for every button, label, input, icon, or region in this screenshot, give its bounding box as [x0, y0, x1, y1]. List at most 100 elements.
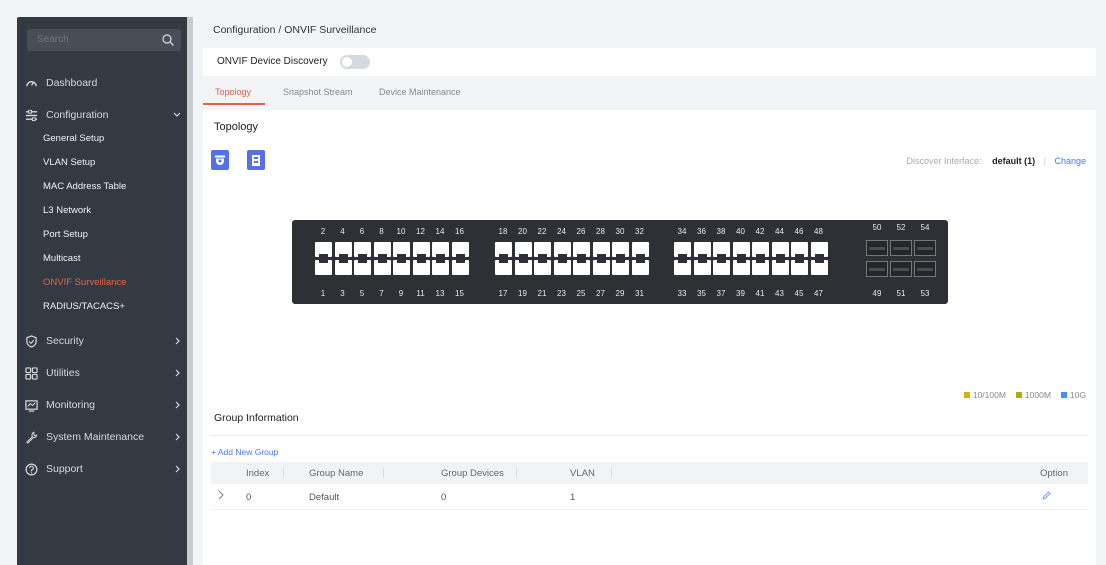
sidebar-item-dashboard[interactable]: Dashboard: [17, 69, 191, 97]
port-46[interactable]: [791, 242, 808, 257]
monitor-icon: [24, 398, 38, 412]
port-40[interactable]: [732, 242, 750, 257]
port-23[interactable]: [553, 260, 571, 275]
port-label: 21: [537, 289, 547, 298]
add-new-group-link[interactable]: + Add New Group: [211, 447, 278, 457]
edit-icon[interactable]: [1041, 490, 1052, 504]
port-39[interactable]: [732, 260, 750, 275]
port-11[interactable]: [412, 260, 430, 275]
port-19[interactable]: [514, 260, 532, 275]
sidebar-item-security[interactable]: Security: [17, 327, 191, 355]
port-16[interactable]: [451, 242, 469, 257]
port-10[interactable]: [393, 242, 410, 257]
sfp-port-53[interactable]: [914, 261, 936, 277]
port-13[interactable]: [432, 260, 449, 275]
nvr-button[interactable]: [247, 150, 265, 170]
port-label: 3: [340, 289, 345, 298]
sfp-port-52[interactable]: [890, 240, 912, 256]
sidebar-item-configuration[interactable]: Configuration: [17, 101, 191, 129]
sidebar-item-monitoring[interactable]: Monitoring: [17, 391, 191, 419]
sidebar-item-general-setup[interactable]: General Setup: [43, 129, 104, 149]
port-9[interactable]: [393, 260, 410, 275]
tab-topology[interactable]: Topology: [215, 87, 251, 97]
port-label: 36: [697, 227, 706, 236]
port-30[interactable]: [612, 242, 629, 257]
port-21[interactable]: [534, 260, 551, 275]
port-label: 23: [557, 289, 566, 298]
port-26[interactable]: [573, 242, 590, 257]
camera-discover-button[interactable]: [211, 150, 229, 170]
port-22[interactable]: [534, 242, 551, 257]
port-42[interactable]: [752, 242, 769, 257]
port-33[interactable]: [674, 260, 691, 275]
port-4[interactable]: [334, 242, 352, 257]
port-label: 11: [416, 289, 425, 298]
tab-snapshot-stream[interactable]: Snapshot Stream: [283, 87, 353, 97]
port-24[interactable]: [553, 242, 571, 257]
port-45[interactable]: [791, 260, 808, 275]
expand-row-icon[interactable]: [217, 490, 225, 503]
port-label: 1: [320, 289, 326, 298]
port-1[interactable]: [315, 260, 332, 275]
port-47[interactable]: [810, 260, 828, 275]
discover-interface-label: Discover Interface:: [906, 156, 982, 166]
sfp-port-49[interactable]: [866, 261, 888, 277]
port-15[interactable]: [451, 260, 469, 275]
group-table: Index Group Name Group Devices VLAN Opti…: [211, 462, 1088, 510]
port-29[interactable]: [612, 260, 629, 275]
port-7[interactable]: [373, 260, 391, 275]
port-label: 42: [755, 227, 765, 236]
port-6[interactable]: [354, 242, 371, 257]
port-label: 32: [635, 227, 644, 236]
port-12[interactable]: [412, 242, 430, 257]
port-32[interactable]: [631, 242, 649, 257]
port-17[interactable]: [495, 260, 512, 275]
sidebar-item-mac-address-table[interactable]: MAC Address Table: [43, 177, 126, 197]
port-18[interactable]: [495, 242, 512, 257]
sidebar-item-vlan-setup[interactable]: VLAN Setup: [43, 153, 95, 173]
port-48[interactable]: [810, 242, 828, 257]
port-37[interactable]: [713, 260, 730, 275]
sfp-port-51[interactable]: [890, 261, 912, 277]
column-index: Index: [246, 468, 270, 479]
sidebar-item-radius-tacacs[interactable]: RADIUS/TACACS+: [43, 297, 125, 317]
port-31[interactable]: [631, 260, 649, 275]
search-icon[interactable]: [161, 33, 175, 47]
port-36[interactable]: [693, 242, 711, 257]
tab-device-maintenance[interactable]: Device Maintenance: [379, 87, 461, 97]
port-34[interactable]: [674, 242, 691, 257]
sidebar-item-l3-network[interactable]: L3 Network: [43, 201, 91, 221]
sidebar-item-support[interactable]: Support: [17, 455, 191, 483]
sidebar-item-multicast[interactable]: Multicast: [43, 249, 80, 269]
discovery-toggle[interactable]: [340, 55, 370, 69]
port-3[interactable]: [334, 260, 352, 275]
port-5[interactable]: [354, 260, 371, 275]
port-38[interactable]: [713, 242, 730, 257]
port-27[interactable]: [592, 260, 610, 275]
port-28[interactable]: [592, 242, 610, 257]
sidebar-item-system-maintenance[interactable]: System Maintenance: [17, 423, 191, 451]
sidebar-item-onvif-surveillance[interactable]: ONVIF Surveillance: [43, 273, 126, 293]
sidebar-scrollbar[interactable]: [187, 17, 193, 565]
port-8[interactable]: [373, 242, 391, 257]
sfp-port-54[interactable]: [914, 240, 936, 256]
sidebar-item-utilities[interactable]: Utilities: [17, 359, 191, 387]
port-41[interactable]: [752, 260, 769, 275]
port-label: 26: [576, 227, 586, 236]
port-label: 24: [557, 227, 566, 236]
port-label: 31: [635, 289, 644, 298]
port-25[interactable]: [573, 260, 590, 275]
table-row[interactable]: 0 Default 0 1: [211, 484, 1088, 510]
port-35[interactable]: [693, 260, 711, 275]
port-43[interactable]: [771, 260, 789, 275]
camera-icon: [215, 155, 225, 165]
port-14[interactable]: [432, 242, 449, 257]
port-44[interactable]: [771, 242, 789, 257]
sfp-label: 54: [920, 223, 930, 232]
change-interface-link[interactable]: Change: [1054, 156, 1086, 166]
sidebar-search-input[interactable]: Search: [27, 29, 181, 51]
port-20[interactable]: [514, 242, 532, 257]
sidebar-item-port-setup[interactable]: Port Setup: [43, 225, 88, 245]
port-2[interactable]: [315, 242, 332, 257]
sfp-port-50[interactable]: [866, 240, 888, 256]
